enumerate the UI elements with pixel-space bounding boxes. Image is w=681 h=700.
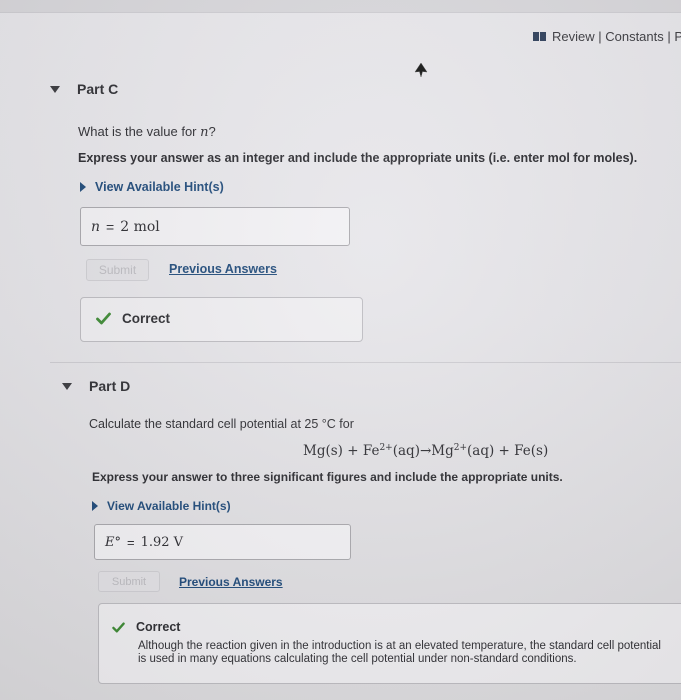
- eq-lhs-charge: 2+: [379, 443, 393, 453]
- eq-mid-charge: 2+: [453, 443, 468, 453]
- answer-variable: n: [91, 218, 101, 235]
- eq-mid: (aq)→Mg: [392, 443, 454, 459]
- part-d-question: Calculate the standard cell potential at…: [89, 417, 354, 431]
- answer-value: 1.92 V: [140, 534, 184, 550]
- part-d-previous-answers-link[interactable]: Previous Answers: [179, 575, 283, 589]
- mouse-cursor-icon: [414, 62, 428, 78]
- part-c-hint-toggle[interactable]: View Available Hint(s): [80, 180, 224, 194]
- checkmark-icon: [112, 622, 125, 632]
- explanation-line-1: Although the reaction given in the intro…: [138, 640, 661, 652]
- part-c-submit-button[interactable]: Submit: [86, 259, 149, 281]
- part-d-submit-button[interactable]: Submit: [98, 571, 160, 592]
- part-c-question-var: n: [200, 125, 209, 140]
- top-bar: [0, 0, 681, 13]
- answer-equals: =: [106, 218, 115, 235]
- explanation-line-2: is used in many equations calculating th…: [138, 653, 577, 665]
- answer-equals: =: [127, 534, 135, 550]
- part-c-hint-label[interactable]: View Available Hint(s): [95, 180, 224, 194]
- part-c-question-prefix: What is the value for: [78, 124, 201, 139]
- photo-vignette: [0, 0, 681, 700]
- caret-right-icon: [92, 501, 98, 511]
- part-d-hint-label[interactable]: View Available Hint(s): [107, 499, 231, 513]
- part-d-feedback: Correct: [112, 620, 180, 634]
- review-constants-link[interactable]: Review | Constants | P: [533, 29, 681, 44]
- caret-right-icon: [80, 182, 86, 192]
- part-c-toggle[interactable]: Part C: [50, 81, 118, 97]
- eq-rhs: (aq) + Fe(s): [467, 443, 549, 459]
- answer-value: 2 mol: [120, 218, 160, 235]
- part-d-equation: Mg(s) + Fe2+(aq)→Mg2+(aq) + Fe(s): [303, 443, 548, 459]
- part-d-title: Part D: [89, 378, 131, 394]
- part-d-answer-field[interactable]: E° = 1.92 V: [94, 524, 351, 560]
- review-label[interactable]: Review | Constants | P: [552, 29, 681, 44]
- book-icon: [533, 32, 546, 41]
- answer-variable: E°: [105, 534, 121, 550]
- eq-lhs: Mg(s) + Fe: [303, 443, 380, 459]
- part-c-question-suffix: ?: [208, 124, 216, 139]
- chevron-down-icon: [50, 85, 60, 93]
- part-c-previous-answers-link[interactable]: Previous Answers: [169, 262, 277, 276]
- part-c-result-label: Correct: [122, 311, 171, 326]
- part-d-explanation: Although the reaction given in the intro…: [138, 640, 661, 666]
- part-c-instruction: Express your answer as an integer and in…: [78, 151, 638, 165]
- part-d-toggle[interactable]: Part D: [62, 378, 130, 394]
- part-d-hint-toggle[interactable]: View Available Hint(s): [92, 499, 231, 513]
- checkmark-icon: [96, 312, 111, 325]
- section-divider: [50, 362, 681, 363]
- part-c-answer-field[interactable]: n = 2 mol: [80, 207, 350, 246]
- part-c-question: What is the value for n?: [78, 124, 216, 140]
- chevron-down-icon: [62, 382, 72, 390]
- part-c-feedback: Correct: [96, 311, 170, 326]
- part-c-title: Part C: [77, 81, 119, 97]
- part-d-result-label: Correct: [136, 620, 181, 634]
- part-d-instruction: Express your answer to three significant…: [92, 470, 563, 484]
